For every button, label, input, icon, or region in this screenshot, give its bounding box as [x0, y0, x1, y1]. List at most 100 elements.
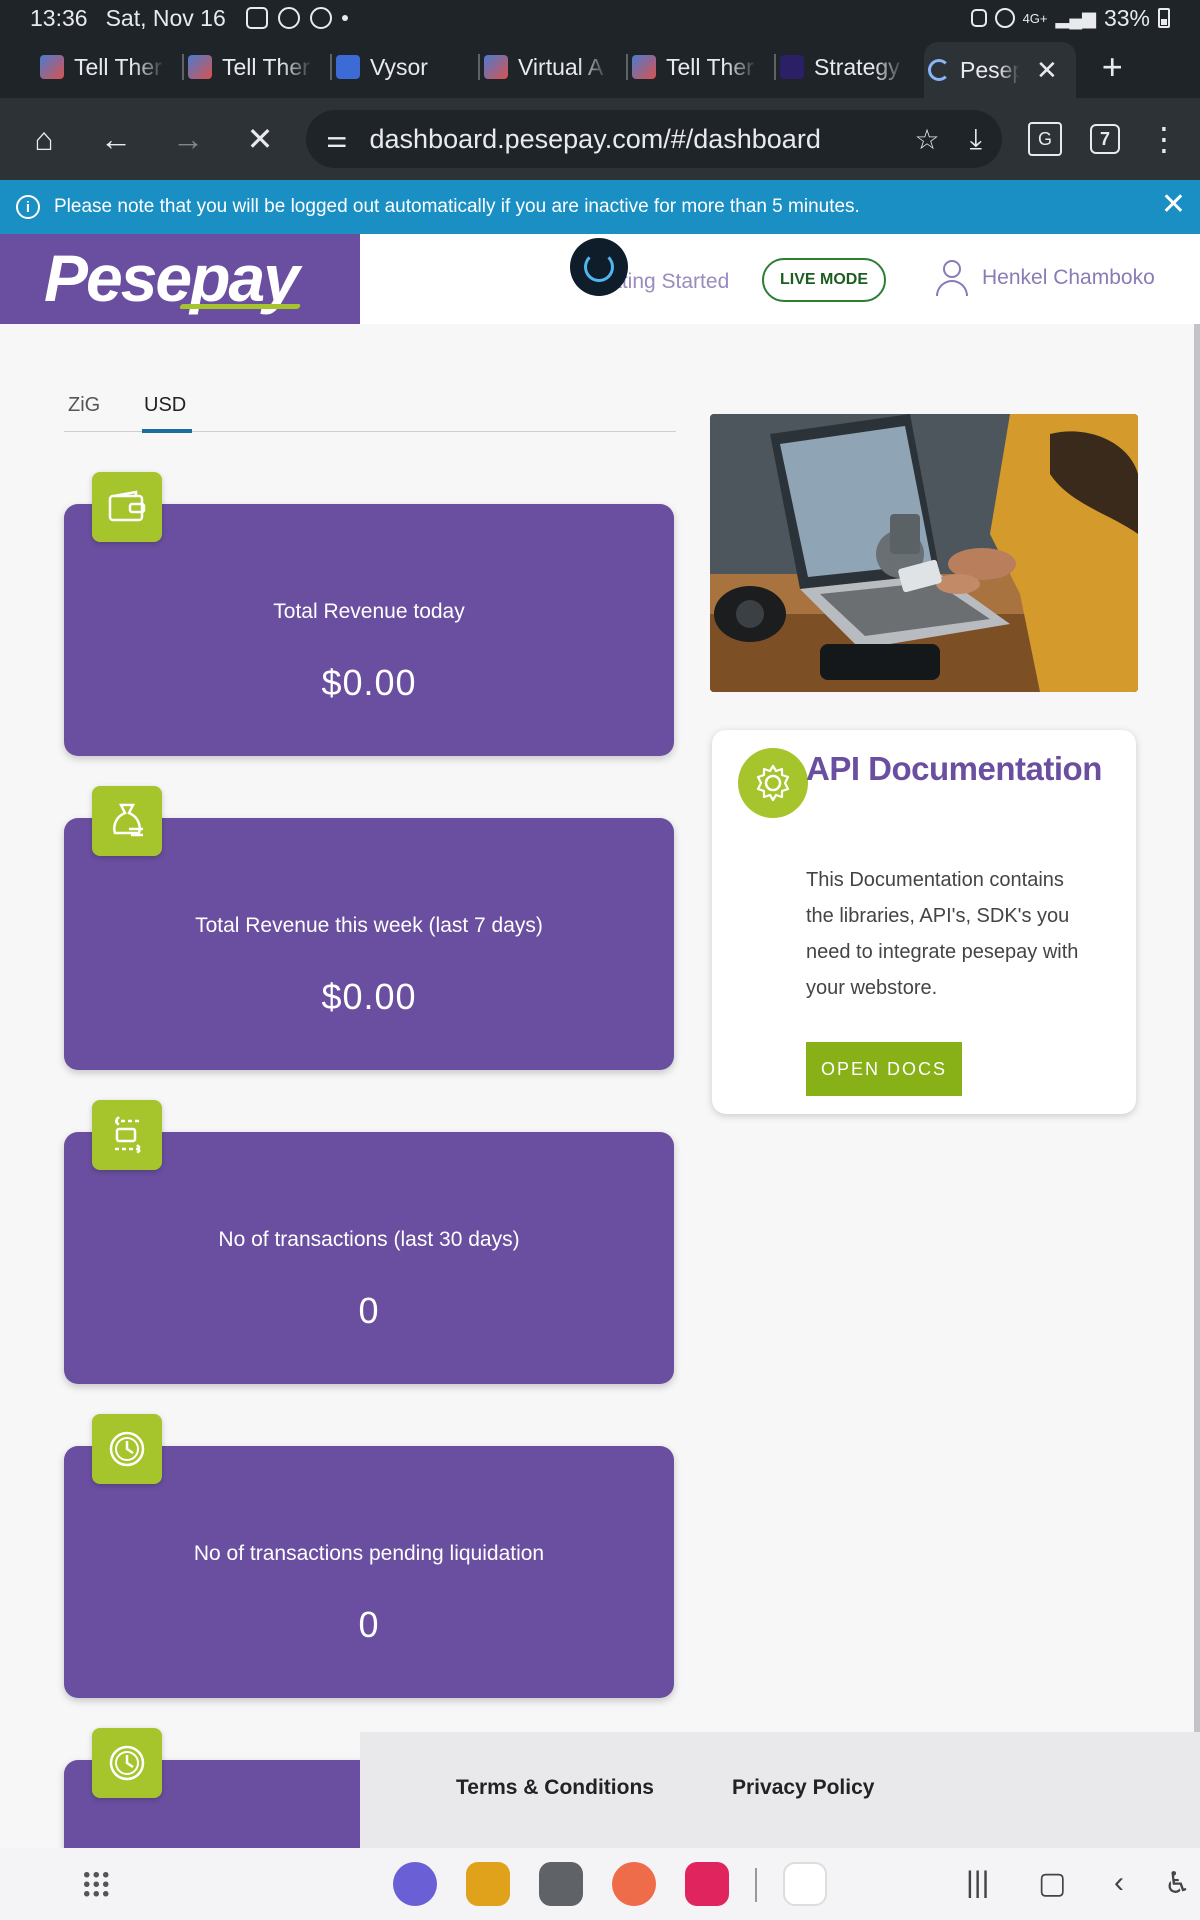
close-tab-icon[interactable]: ✕ — [1036, 55, 1058, 86]
tab-zig[interactable]: ZiG — [68, 394, 100, 417]
bookmark-star-icon[interactable]: ☆ — [915, 123, 940, 156]
app-drawer-icon[interactable] — [82, 1870, 110, 1898]
user-name[interactable]: Henkel Chamboko — [982, 266, 1155, 290]
transfer-icon — [92, 1100, 162, 1170]
tab-title: Tell Ther — [666, 53, 754, 80]
image-icon — [188, 55, 212, 79]
image-icon — [484, 55, 508, 79]
more-menu-icon[interactable]: ⋮ — [1148, 123, 1180, 155]
tab-usd[interactable]: USD — [144, 394, 186, 417]
stat-value: 0 — [358, 1604, 380, 1645]
live-mode-badge[interactable]: LIVE MODE — [762, 258, 886, 302]
sync-icon — [309, 7, 332, 29]
strategy-icon — [780, 55, 804, 79]
notification-app-icon — [245, 7, 268, 29]
stat-title: Total Revenue this week (last 7 days) — [195, 914, 543, 937]
back-arrow-icon[interactable]: ← — [90, 113, 142, 165]
gmail-icon[interactable] — [783, 1862, 827, 1906]
sync-icon — [277, 7, 300, 29]
status-date: Sat, Nov 16 — [105, 4, 226, 31]
address-bar[interactable]: ⚌ dashboard.pesepay.com/#/dashboard ☆ ⤓ — [306, 110, 1002, 168]
new-tab-button[interactable]: + — [1102, 46, 1123, 88]
stat-value: $0.00 — [321, 662, 417, 703]
my-files-icon[interactable] — [466, 1862, 510, 1906]
logo-swoosh — [178, 304, 302, 309]
status-time: 13:36 — [30, 4, 88, 31]
active-tab-indicator — [142, 429, 192, 433]
stat-title: No of transactions pending liquidation — [193, 1542, 545, 1565]
stop-loading-icon[interactable]: ✕ — [234, 113, 286, 165]
battery-percent: 33% — [1103, 4, 1150, 31]
image-icon — [40, 55, 64, 79]
tab-title: Strategy — [814, 53, 900, 80]
info-icon: i — [16, 195, 40, 219]
screen-recorder-icon[interactable] — [685, 1862, 729, 1906]
contacts-icon[interactable] — [612, 1862, 656, 1906]
forward-arrow-icon[interactable]: → — [162, 113, 214, 165]
loading-spinner-icon — [928, 59, 950, 81]
stat-value: 0 — [358, 1290, 380, 1331]
dock-divider — [755, 1868, 757, 1902]
clock-icon — [92, 1414, 162, 1484]
browser-tab[interactable]: Tell Ther — [36, 42, 184, 92]
accessibility-icon[interactable]: ♿ — [1164, 1866, 1191, 1901]
lock-icon — [970, 9, 987, 27]
page-scrollbar[interactable] — [1194, 324, 1200, 1732]
more-notifications-icon — [341, 15, 348, 21]
tab-title: Pesep — [960, 56, 1020, 83]
site-settings-icon[interactable]: ⚌ — [326, 125, 348, 154]
currency-tabs: ZiG USD — [64, 382, 676, 433]
browser-tab[interactable]: Tell Ther — [184, 42, 332, 92]
browser-tab[interactable]: Vysor — [332, 42, 480, 92]
api-documentation-card: API Documentation This Documentation con… — [712, 730, 1136, 1114]
open-docs-button[interactable]: OPEN DOCS — [806, 1042, 962, 1096]
android-nav-bar: ||| ▢ ‹ ♿ — [0, 1848, 1200, 1920]
back-button-icon[interactable]: ‹ — [1114, 1866, 1124, 1900]
inactivity-notice: i Please note that you will be logged ou… — [0, 180, 1200, 234]
stat-title: No of transactions (last 30 days) — [218, 1228, 520, 1251]
browser-tab[interactable]: Strategy — [776, 42, 924, 92]
stat-title: Total Revenue today — [273, 600, 465, 623]
laptop-payment-photo — [710, 414, 1138, 692]
gear-icon — [738, 748, 808, 818]
translate-icon[interactable]: G — [1028, 122, 1062, 156]
api-docs-description: This Documentation contains the librarie… — [806, 869, 1079, 999]
battery-icon — [1158, 8, 1170, 28]
browser-tab[interactable]: Virtual A — [480, 42, 628, 92]
browser-tab[interactable]: Tell Ther — [628, 42, 776, 92]
terms-link[interactable]: Terms & Conditions — [456, 1776, 654, 1800]
stat-value: $0.00 — [321, 976, 417, 1017]
tab-title: Virtual A — [518, 53, 604, 80]
privacy-link[interactable]: Privacy Policy — [732, 1776, 874, 1800]
app-header: Pesepay Getting Started LIVE MODE Henkel… — [0, 234, 1200, 324]
status-bar: 13:36 Sat, Nov 16 4G+ ▂▄▆ 33% — [0, 0, 1200, 36]
internet-browser-icon[interactable] — [393, 1862, 437, 1906]
clock-icon — [92, 1728, 162, 1798]
tab-title: Tell Ther — [74, 53, 162, 80]
recent-apps-icon[interactable]: ||| — [966, 1866, 989, 1900]
url-text[interactable]: dashboard.pesepay.com/#/dashboard — [370, 124, 901, 155]
image-icon — [632, 55, 656, 79]
pesepay-logo[interactable]: Pesepay — [0, 234, 360, 324]
tab-title: Vysor — [370, 53, 428, 80]
tab-count-button[interactable]: 7 — [1090, 124, 1120, 154]
money-bag-icon — [92, 786, 162, 856]
browser-tab-strip: Tell Ther Tell Ther Vysor Virtual A Tell… — [0, 36, 1200, 98]
page-footer: Terms & Conditions Privacy Policy — [360, 1732, 1200, 1848]
home-icon[interactable]: ⌂ — [18, 113, 70, 165]
browser-tab-active[interactable]: Pesep ✕ — [924, 42, 1076, 98]
user-icon[interactable] — [934, 260, 970, 298]
loading-spinner-icon — [570, 238, 628, 296]
hotspot-icon — [994, 8, 1015, 28]
network-type: 4G+ — [1022, 10, 1048, 26]
wallet-icon — [92, 472, 162, 542]
home-button-icon[interactable]: ▢ — [1038, 1866, 1066, 1901]
camera-icon[interactable] — [539, 1862, 583, 1906]
vysor-icon — [336, 55, 360, 79]
signal-icon: ▂▄▆ — [1055, 7, 1096, 28]
api-docs-title: API Documentation — [806, 750, 1102, 787]
browser-toolbar: ⌂ ← → ✕ ⚌ dashboard.pesepay.com/#/dashbo… — [0, 98, 1200, 180]
notice-text: Please note that you will be logged out … — [54, 196, 860, 217]
close-icon[interactable]: ✕ — [1161, 190, 1186, 220]
download-icon[interactable]: ⤓ — [970, 123, 982, 156]
